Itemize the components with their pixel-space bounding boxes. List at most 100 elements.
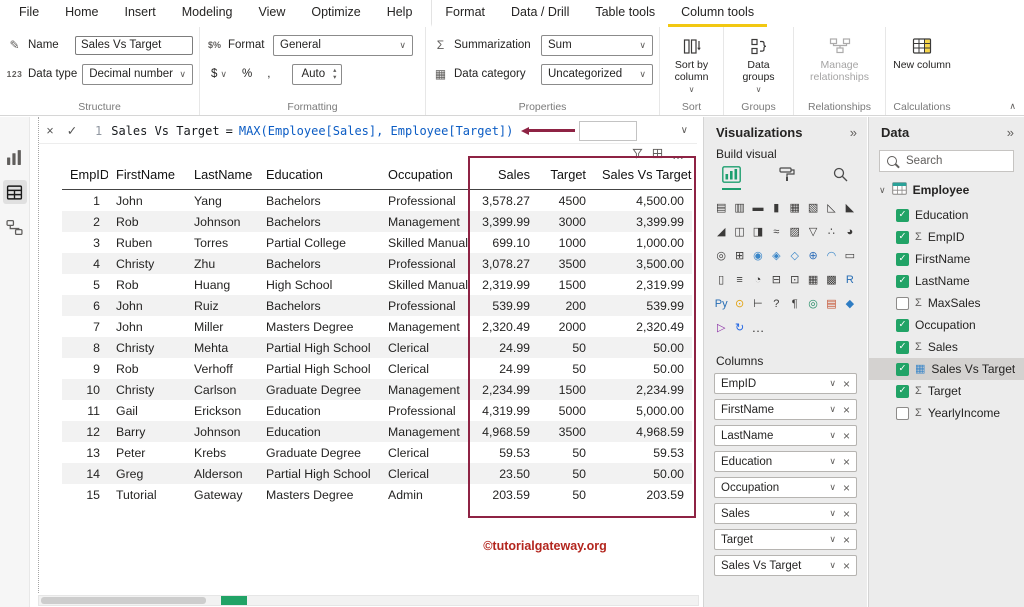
collapse-panel-icon[interactable]: » xyxy=(1007,125,1014,140)
table-cell[interactable]: Rob xyxy=(108,211,186,232)
table-cell[interactable]: 10 xyxy=(62,379,108,400)
table-cell[interactable]: 50 xyxy=(538,442,594,463)
table-cell[interactable]: Education xyxy=(258,421,380,442)
data-view-button[interactable] xyxy=(3,180,27,204)
chevron-down-icon[interactable]: ∨ xyxy=(829,378,836,389)
ribbon-chart-icon[interactable]: ≈ xyxy=(767,221,785,242)
chevron-down-icon[interactable]: ∨ xyxy=(829,560,836,571)
table-cell[interactable]: Zhu xyxy=(186,253,258,274)
table-cell[interactable]: 15 xyxy=(62,484,108,505)
tab-table-tools[interactable]: Table tools xyxy=(582,0,668,27)
table-cell[interactable]: 1,000.00 xyxy=(594,232,692,253)
data-field-sales-vs-target[interactable]: ▦Sales Vs Target xyxy=(869,358,1024,380)
column-header-sales-vs-target[interactable]: Sales Vs Target xyxy=(594,159,692,190)
table-cell[interactable]: 2000 xyxy=(538,316,594,337)
data-type-dropdown[interactable]: Decimal number ∨ xyxy=(82,64,193,85)
power-automate-visual-icon[interactable]: ↻ xyxy=(730,317,748,338)
column-header-empid[interactable]: EmpID xyxy=(62,159,108,190)
remove-field-icon[interactable]: × xyxy=(843,403,850,417)
decomposition-tree-visual-icon[interactable]: ⊢ xyxy=(749,293,767,314)
table-cell[interactable]: 8 xyxy=(62,337,108,358)
table-tree-item-employee[interactable]: ∨ Employee xyxy=(869,172,1024,203)
table-cell[interactable]: 4,968.59 xyxy=(594,421,692,442)
table-cell[interactable]: 1 xyxy=(62,190,108,212)
table-cell[interactable]: 6 xyxy=(62,295,108,316)
table-cell[interactable]: High School xyxy=(258,274,380,295)
data-field-empid[interactable]: ΣEmpID xyxy=(869,226,1024,248)
tab-modeling[interactable]: Modeling xyxy=(169,0,246,27)
table-cell[interactable]: John xyxy=(108,316,186,337)
checkbox[interactable] xyxy=(896,319,909,332)
table-cell[interactable]: Alderson xyxy=(186,463,258,484)
column-header-occupation[interactable]: Occupation xyxy=(380,159,472,190)
report-view-button[interactable] xyxy=(3,145,27,169)
table-cell[interactable]: 203.59 xyxy=(472,484,538,505)
table-cell[interactable]: 4500 xyxy=(538,190,594,212)
table-cell[interactable]: 50 xyxy=(538,484,594,505)
column-header-lastname[interactable]: LastName xyxy=(186,159,258,190)
analytics-tab[interactable] xyxy=(832,166,849,190)
table-cell[interactable]: Verhoff xyxy=(186,358,258,379)
table-cell[interactable]: 4,968.59 xyxy=(472,421,538,442)
table-cell[interactable]: 1500 xyxy=(538,274,594,295)
table-cell[interactable]: 50 xyxy=(538,358,594,379)
cancel-formula-button[interactable]: × xyxy=(39,124,61,138)
table-cell[interactable]: 50.00 xyxy=(594,463,692,484)
new-slicer-visual-icon[interactable]: ⊡ xyxy=(786,269,804,290)
shape-map-visual-icon[interactable]: ◇ xyxy=(786,245,804,266)
remove-field-icon[interactable]: × xyxy=(843,559,850,573)
scatter-chart-icon[interactable]: ∴ xyxy=(822,221,840,242)
table-cell[interactable]: Barry xyxy=(108,421,186,442)
chevron-down-icon[interactable]: ∨ xyxy=(879,185,886,196)
checkbox[interactable] xyxy=(896,231,909,244)
filled-map-visual-icon[interactable]: ◈ xyxy=(767,245,785,266)
table-cell[interactable]: 24.99 xyxy=(472,337,538,358)
chevron-down-icon[interactable]: ∨ xyxy=(829,456,836,467)
data-field-target[interactable]: ΣTarget xyxy=(869,380,1024,402)
table-cell[interactable]: Bachelors xyxy=(258,211,380,232)
formula-bar[interactable]: × ✓ 1 Sales Vs Target = MAX(Employee[Sal… xyxy=(39,118,697,144)
table-cell[interactable]: Carlson xyxy=(186,379,258,400)
field-well-education[interactable]: Education∨× xyxy=(714,451,857,472)
power-apps-visual-icon[interactable]: ▷ xyxy=(712,317,730,338)
table-cell[interactable]: Clerical xyxy=(380,358,472,379)
data-field-sales[interactable]: ΣSales xyxy=(869,336,1024,358)
remove-field-icon[interactable]: × xyxy=(843,455,850,469)
table-cell[interactable]: Professional xyxy=(380,253,472,274)
pie-chart-icon[interactable]: ◕ xyxy=(841,221,859,242)
table-cell[interactable]: 3000 xyxy=(538,211,594,232)
table-cell[interactable]: Christy xyxy=(108,253,186,274)
field-well-target[interactable]: Target∨× xyxy=(714,529,857,550)
summarization-dropdown[interactable]: Sum ∨ xyxy=(541,35,653,56)
hundred-stacked-bar-chart-icon[interactable]: ▦ xyxy=(786,197,804,218)
scrollbar-thumb[interactable] xyxy=(41,597,206,604)
chevron-down-icon[interactable]: ∨ xyxy=(829,430,836,441)
table-cell[interactable]: Professional xyxy=(380,190,472,212)
table-cell[interactable]: Huang xyxy=(186,274,258,295)
funnel-chart-icon[interactable]: ▽ xyxy=(804,221,822,242)
table-cell[interactable]: Partial High School xyxy=(258,358,380,379)
field-well-lastname[interactable]: LastName∨× xyxy=(714,425,857,446)
table-cell[interactable]: 14 xyxy=(62,463,108,484)
table-cell[interactable]: 3 xyxy=(62,232,108,253)
key-influencers-visual-icon[interactable]: ⊙ xyxy=(730,293,748,314)
table-cell[interactable]: Clerical xyxy=(380,463,472,484)
column-header-education[interactable]: Education xyxy=(258,159,380,190)
table-cell[interactable]: Management xyxy=(380,316,472,337)
table-cell[interactable]: 7 xyxy=(62,316,108,337)
data-field-occupation[interactable]: Occupation xyxy=(869,314,1024,336)
arcgis-map-visual-icon[interactable]: ◆ xyxy=(841,293,859,314)
slicer-visual-icon[interactable]: ⊟ xyxy=(767,269,785,290)
table-cell[interactable]: 1500 xyxy=(538,379,594,400)
table-cell[interactable]: Masters Degree xyxy=(258,316,380,337)
stacked-bar-chart-icon[interactable]: ▤ xyxy=(712,197,730,218)
table-cell[interactable]: 13 xyxy=(62,442,108,463)
table-cell[interactable]: Johnson xyxy=(186,421,258,442)
more-visuals-icon[interactable]: … xyxy=(749,317,767,338)
table-cell[interactable]: Masters Degree xyxy=(258,484,380,505)
new-column-button[interactable]: New column xyxy=(892,34,952,71)
column-header-target[interactable]: Target xyxy=(538,159,594,190)
table-cell[interactable]: 50 xyxy=(538,337,594,358)
table-cell[interactable]: 5 xyxy=(62,274,108,295)
formula-bar-expand-icon[interactable]: ∨ xyxy=(681,125,688,136)
